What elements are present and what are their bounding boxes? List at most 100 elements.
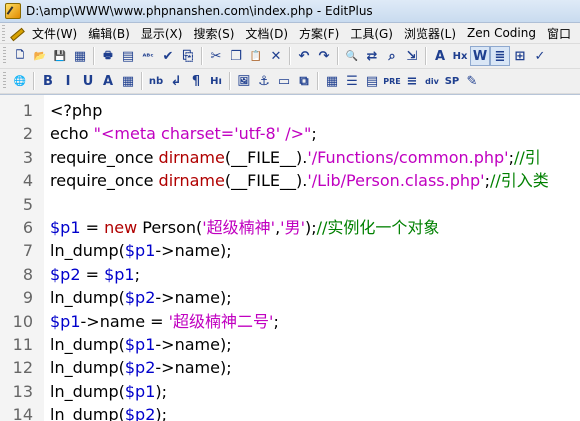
italic-icon[interactable]: I: [58, 71, 78, 91]
code-line[interactable]: 4 require_once dirname(__FILE__).'/Lib/Pe…: [0, 169, 549, 192]
word-wrap-icon[interactable]: W: [470, 46, 490, 66]
code-line[interactable]: 12 ln_dump($p2->name);: [0, 356, 549, 379]
copy-icon[interactable]: ❐: [226, 46, 246, 66]
code-line[interactable]: 11 ln_dump($p1->name);: [0, 333, 549, 356]
code-token: '男': [280, 217, 305, 237]
browser-icon[interactable]: 🌐: [10, 71, 30, 91]
editplus-window: D:\amp\WWW\www.phpnanshen.com\index.php …: [0, 0, 580, 421]
spell-check-icon[interactable]: ᴬᴮᶜ: [138, 46, 158, 66]
menu-item[interactable]: 方案(F): [296, 25, 347, 42]
color-palette-icon[interactable]: ▦: [118, 71, 138, 91]
save-all-icon[interactable]: ▦: [70, 46, 90, 66]
br-icon[interactable]: ↲: [166, 71, 186, 91]
code-line[interactable]: 5: [0, 193, 549, 216]
spellcheck-mark-icon[interactable]: ✓: [530, 46, 550, 66]
ftp-icon[interactable]: ⎘: [178, 46, 198, 66]
toolbar-grip[interactable]: [3, 47, 6, 65]
goto-icon[interactable]: ⇲: [402, 46, 422, 66]
line-number: 2: [22, 124, 33, 144]
code-token: new: [104, 217, 138, 237]
check-icon[interactable]: ✔: [158, 46, 178, 66]
nbsp-icon[interactable]: nb: [146, 71, 166, 91]
pre-icon-glyph: PRE: [383, 76, 401, 86]
heading-icon[interactable]: Hı: [206, 71, 226, 91]
br-icon-glyph: ↲: [170, 73, 182, 89]
center-icon[interactable]: ≡: [402, 71, 422, 91]
new-file-icon[interactable]: 🗋: [10, 46, 30, 66]
menu-item[interactable]: 编辑(B): [85, 25, 138, 42]
code-line[interactable]: 8 $p2 = $p1;: [0, 263, 549, 286]
replace-icon[interactable]: ⇄: [362, 46, 382, 66]
cut-icon[interactable]: ✂: [206, 46, 226, 66]
image-icon-glyph: 🖼: [237, 75, 251, 87]
menu-item[interactable]: 文档(D): [242, 25, 296, 42]
anchor-icon[interactable]: ⚓: [254, 71, 274, 91]
paste-icon[interactable]: 📋: [246, 46, 266, 66]
image-icon[interactable]: 🖼: [234, 71, 254, 91]
print-preview-icon[interactable]: ▤: [118, 46, 138, 66]
code-line[interactable]: 6 $p1 = new Person('超级楠神','男');//实例化一个对象: [0, 216, 549, 239]
code-line[interactable]: 1 <?php: [0, 99, 549, 122]
code-line[interactable]: 3 require_once dirname(__FILE__).'/Functi…: [0, 146, 549, 169]
div-icon[interactable]: div: [422, 71, 442, 91]
code-line[interactable]: 14 ln_dump($p2);: [0, 403, 549, 421]
code-token: ln_dump(: [50, 241, 125, 261]
edit-icon[interactable]: ✎: [462, 71, 482, 91]
comment-icon[interactable]: ⧉: [294, 71, 314, 91]
code-token: "<meta charset='utf-8' />": [93, 124, 312, 144]
find-in-files-icon[interactable]: ⌕: [382, 46, 402, 66]
menu-item[interactable]: 显示(X): [138, 25, 191, 42]
font-color-icon[interactable]: A: [98, 71, 118, 91]
browser-icon-glyph: 🌐: [13, 75, 27, 87]
code-token: $p1: [124, 381, 156, 401]
div-icon-glyph: div: [425, 76, 439, 86]
code-token: '超级楠神': [202, 217, 276, 237]
list-icon[interactable]: ☰: [342, 71, 362, 91]
table-icon[interactable]: ▦: [322, 71, 342, 91]
hr-icon[interactable]: ▭: [274, 71, 294, 91]
code-token: echo: [50, 124, 94, 144]
bold-icon[interactable]: B: [38, 71, 58, 91]
toolbar-grip[interactable]: [3, 72, 6, 90]
toolbar-separator: [93, 47, 95, 65]
hex-icon[interactable]: Hx: [450, 46, 470, 66]
editplus-app-icon[interactable]: [5, 3, 21, 19]
undo-icon-glyph: ↶: [298, 48, 310, 64]
toolbar-separator: [201, 47, 203, 65]
line-numbers-icon[interactable]: ≣: [490, 46, 510, 66]
code-token: ln_dump(: [50, 334, 125, 354]
code-token: '/Functions/common.php': [307, 147, 509, 167]
save-icon[interactable]: 💾: [50, 46, 70, 66]
anchor-icon-glyph: ⚓: [258, 73, 270, 89]
print-icon[interactable]: 🖶: [98, 46, 118, 66]
line-number: 11: [12, 334, 33, 354]
menu-item[interactable]: 搜索(S): [190, 25, 242, 42]
redo-icon[interactable]: ↷: [314, 46, 334, 66]
underline-icon[interactable]: U: [78, 71, 98, 91]
code-line[interactable]: 2 echo "<meta charset='utf-8' />";: [0, 122, 549, 145]
undo-icon[interactable]: ↶: [294, 46, 314, 66]
span-icon[interactable]: SP: [442, 71, 462, 91]
paragraph-icon[interactable]: ¶: [186, 71, 206, 91]
menu-item[interactable]: 窗口: [544, 25, 579, 42]
code-line[interactable]: 10 $p1->name = '超级楠神二号';: [0, 310, 549, 333]
delete-icon[interactable]: ✕: [266, 46, 286, 66]
menu-item[interactable]: 工具(G): [347, 25, 401, 42]
menu-item[interactable]: 文件(W): [29, 25, 85, 42]
code-token: require_once: [50, 147, 159, 167]
line-number: 5: [22, 194, 33, 214]
menu-item[interactable]: Zen Coding: [464, 26, 544, 40]
code-line[interactable]: 9 ln_dump($p2->name);: [0, 286, 549, 309]
ruler-icon[interactable]: ⊞: [510, 46, 530, 66]
code-editor[interactable]: 1 <?php 2 echo "<meta charset='utf-8' />"; 3…: [0, 94, 580, 421]
toolbar-separator: [425, 47, 427, 65]
pre-icon[interactable]: PRE: [382, 71, 402, 91]
form-icon[interactable]: ▤: [362, 71, 382, 91]
menu-item[interactable]: 浏览器(L): [401, 25, 464, 42]
open-file-icon[interactable]: 📂: [30, 46, 50, 66]
menu-grip[interactable]: [2, 25, 5, 41]
find-icon[interactable]: 🔍: [342, 46, 362, 66]
code-line[interactable]: 7 ln_dump($p1->name);: [0, 239, 549, 262]
font-icon[interactable]: A: [430, 46, 450, 66]
code-line[interactable]: 13 ln_dump($p1);: [0, 380, 549, 403]
